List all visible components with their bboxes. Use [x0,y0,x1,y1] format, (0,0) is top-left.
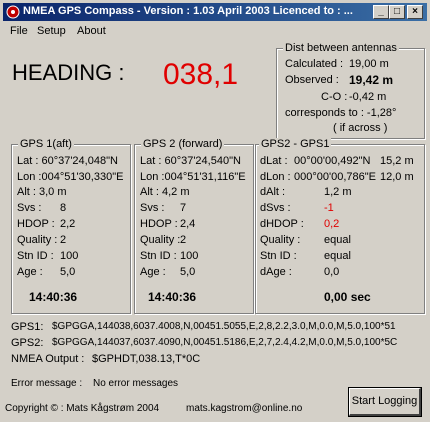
dlat-value: 00°00'00,492"N [294,155,371,167]
gps2-lat: Lat : 60°37'24,540"N [140,155,241,167]
gps1-lat: Lat : 60°37'24,048"N [17,155,118,167]
calculated-label: Calculated : [285,58,344,70]
error-value: No error messages [93,378,179,389]
gps2-group: GPS 2 (forward) Lat : 60°37'24,540"N Lon… [134,138,254,314]
copyright-text: Copyright © : Mats Kågstrøm 2004 [5,403,160,414]
dage-label: dAge : [260,266,292,278]
heading-value: 038,1 [163,58,239,91]
diff-quality-label: Quality : [260,234,301,246]
gps2-hdop-value: 2,4 [180,218,196,230]
dsvs-value: -1 [324,202,334,214]
start-logging-button[interactable]: Start Logging [348,387,422,417]
dlon-label: dLon : [260,171,291,183]
diff-seconds: 0,00 sec [324,290,371,304]
minimize-icon: _ [378,6,384,17]
nmea-gps2-label: GPS2: [11,337,44,349]
observed-label: Observed : [285,74,339,86]
diff-title: GPS2 - GPS1 [259,138,332,150]
gps1-stn-value: 100 [60,250,79,262]
dlon-value: 000°00'00,786"E [294,171,376,183]
gps2-alt: Alt : 4,2 m [140,186,190,198]
maximize-button[interactable]: □ [389,5,405,19]
gps2-stn-value: 100 [180,250,199,262]
dlat-label: dLat : [260,155,288,167]
dhdop-label: dHDOP : [260,218,304,230]
dalt-label: dAlt : [260,186,286,198]
title-bar[interactable]: NMEA GPS Compass - Version : 1.03 April … [3,3,427,21]
nmea-gps2-value: $GPGGA,144037,6037.4090,N,00451.5186,E,2… [52,337,398,348]
nmea-gps1-value: $GPGGA,144038,6037.4008,N,00451.5055,E,2… [52,321,396,332]
gps2-svs-label: Svs : [140,202,165,214]
diff-stn-label: Stn ID : [260,250,297,262]
calculated-value: 19,00 m [349,58,389,70]
nmea-output-value: $GPHDT,038.13,T*0C [92,353,201,365]
nmea-output-label: NMEA Output : [11,353,85,365]
menu-file[interactable]: File [10,25,28,37]
observed-value: 19,42 m [349,73,394,87]
nmea-gps1-label: GPS1: [11,321,44,333]
corresponds-text: corresponds to : -1,28° [285,107,397,119]
dist-group-title: Dist between antennas [283,42,399,54]
co-value: -0,42 m [349,91,387,103]
gps1-alt: Alt : 3,0 m [17,186,67,198]
gps1-age-label: Age : [17,266,43,278]
start-logging-label: Start Logging [351,395,418,407]
gps1-group: GPS 1(aft) Lat : 60°37'24,048"N Lon :004… [11,138,131,314]
error-label: Error message : [11,378,83,389]
gps1-hdop-value: 2,2 [60,218,76,230]
menu-bar: File Setup About [3,23,427,41]
gps1-quality-label: Quality : [17,234,58,246]
menu-about[interactable]: About [77,25,106,37]
gps2-quality-label: Quality : [140,234,181,246]
menu-setup[interactable]: Setup [37,25,66,37]
gps2-svs-value: 7 [180,202,187,214]
dist-between-antennas-group: Dist between antennas Calculated : 19,00… [276,42,425,139]
gps2-hdop-label: HDOP : [140,218,178,230]
gps2-title: GPS 2 (forward) [141,138,225,150]
gps1-quality-value: 2 [60,234,67,246]
gps2-time: 14:40:36 [148,290,197,304]
gps-difference-group: GPS2 - GPS1 dLat : 00°00'00,492"N 15,2 m… [255,138,425,314]
diff-stn-value: equal [324,250,351,262]
dhdop-value: 0,2 [324,218,340,230]
close-icon: × [412,6,418,17]
dage-value: 0,0 [324,266,340,278]
gps1-svs-value: 8 [60,202,67,214]
gps1-lon: Lon :004°51'30,330"E [17,171,124,183]
co-label: C-O : [321,91,348,103]
heading-label: HEADING : [12,60,125,85]
if-across-text: ( if across ) [333,122,388,134]
gps1-age-value: 5,0 [60,266,76,278]
dsvs-label: dSvs : [260,202,291,214]
dalt-value: 1,2 m [324,186,352,198]
compass-app-icon [6,5,20,19]
close-button[interactable]: × [407,5,423,19]
dlat-meters: 15,2 m [380,155,414,167]
gps1-hdop-label: HDOP : [17,218,55,230]
gps2-stn-label: Stn ID : [140,250,177,262]
gps1-title: GPS 1(aft) [18,138,74,150]
gps1-svs-label: Svs : [17,202,42,214]
diff-quality-value: equal [324,234,351,246]
minimize-button[interactable]: _ [373,5,389,19]
maximize-icon: □ [393,6,401,17]
dlon-meters: 12,0 m [380,171,414,183]
gps2-age-value: 5,0 [180,266,196,278]
author-email: mats.kagstrom@online.no [186,403,303,414]
gps2-age-label: Age : [140,266,166,278]
window-title: NMEA GPS Compass - Version : 1.03 April … [23,5,353,17]
gps2-quality-value: 2 [180,234,187,246]
gps1-stn-label: Stn ID : [17,250,54,262]
gps1-time: 14:40:36 [29,290,78,304]
main-window: NMEA GPS Compass - Version : 1.03 April … [0,0,430,422]
gps2-lon: Lon :004°51'31,116"E [140,171,246,183]
